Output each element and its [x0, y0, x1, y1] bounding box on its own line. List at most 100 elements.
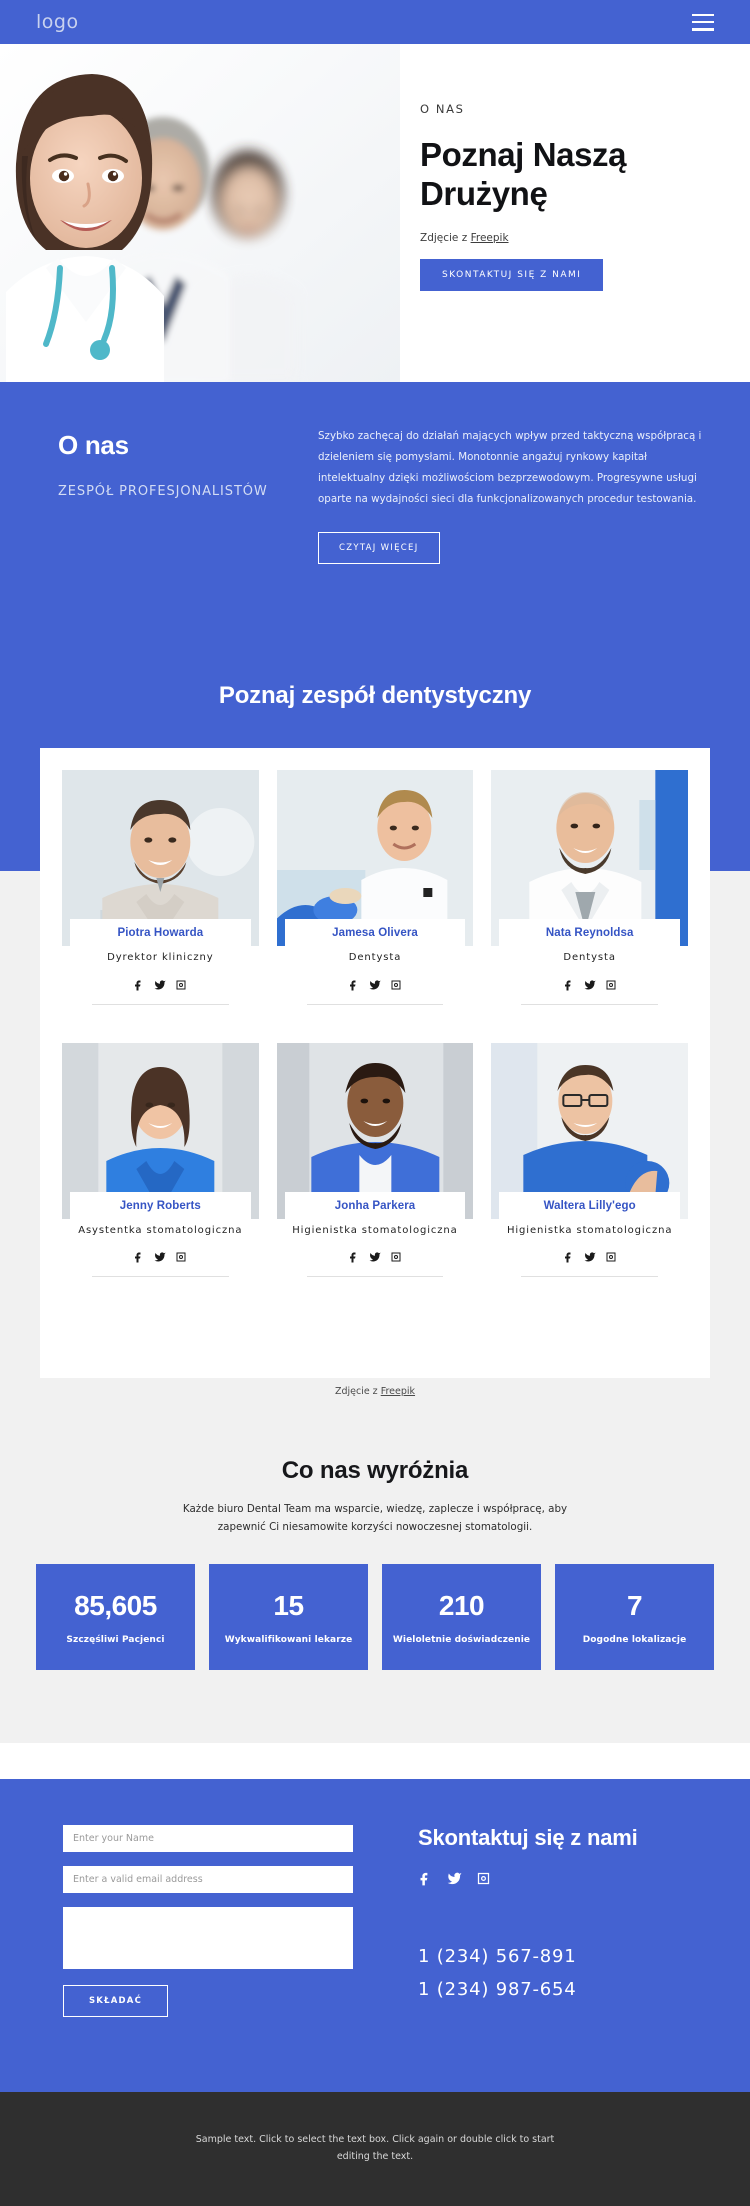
member-name-plate: Nata Reynoldsa Dentysta — [499, 919, 680, 1005]
contact-cta-button[interactable]: SKONTAKTUJ SIĘ Z NAMI — [420, 259, 604, 292]
message-textarea[interactable] — [63, 1907, 353, 1969]
member-divider — [306, 1003, 444, 1005]
page-root: logo O NAS Poznaj Naszą Drużynę Zdjęcie … — [0, 0, 750, 2206]
hero-eyebrow: O NAS — [420, 102, 465, 116]
instagram-icon[interactable] — [476, 1871, 491, 1886]
contact-social-links — [418, 1871, 708, 1886]
site-header: logo — [0, 0, 750, 44]
credit-prefix: Zdjęcie z — [334, 1386, 381, 1397]
submit-button[interactable]: SKŁADAĆ — [63, 1985, 168, 2017]
stats-row: 85,605 Szczęśliwi Pacjenci 15 Wykwalifik… — [36, 1564, 714, 1670]
team-cards-container: Piotra Howarda Dyrektor kliniczny Jamesa… — [40, 748, 710, 1378]
member-name: Jamesa Olivera — [332, 927, 418, 939]
stat-value: 15 — [273, 1589, 304, 1621]
stat-value: 7 — [626, 1589, 643, 1621]
stat-card: 7 Dogodne lokalizacje — [555, 1564, 714, 1670]
stat-label: Dogodne lokalizacje — [582, 1634, 687, 1645]
hero-photo-credit: Zdjęcie z Freepik — [420, 232, 720, 244]
instagram-icon[interactable] — [605, 979, 617, 991]
team-member-card[interactable]: Jamesa Olivera Dentysta — [276, 770, 474, 1005]
hamburger-icon[interactable] — [692, 13, 714, 31]
member-social-links — [289, 979, 462, 991]
member-social-links — [74, 979, 247, 991]
hero-text-block: O NAS Poznaj Naszą Drużynę Zdjęcie z Fre… — [420, 102, 720, 292]
team-member-card[interactable]: Piotra Howarda Dyrektor kliniczny — [62, 770, 259, 1005]
twitter-icon[interactable] — [154, 1251, 166, 1263]
member-name: Piotra Howarda — [117, 927, 204, 939]
team-member-card[interactable]: Waltera Lilly'ego Higienistka stomatolog… — [491, 1042, 688, 1277]
member-name-plate: Jenny Roberts Asystentka stomatologiczna — [70, 1191, 251, 1277]
hamburger-bar — [692, 20, 714, 24]
team-member-card[interactable]: Nata Reynoldsa Dentysta — [491, 770, 688, 1005]
facebook-icon[interactable] — [563, 1251, 575, 1263]
team-member-card[interactable]: Jonha Parkera Higienistka stomatologiczn… — [276, 1042, 474, 1277]
instagram-icon[interactable] — [175, 979, 187, 991]
facebook-icon[interactable] — [563, 979, 575, 991]
twitter-icon[interactable] — [369, 1251, 381, 1263]
member-divider — [521, 1003, 658, 1005]
stat-card: 210 Wieloletnie doświadczenie — [382, 1564, 541, 1670]
member-name-plate: Jonha Parkera Higienistka stomatologiczn… — [284, 1191, 466, 1277]
twitter-icon[interactable] — [584, 979, 596, 991]
facebook-icon[interactable] — [133, 1251, 145, 1263]
twitter-icon[interactable] — [154, 979, 166, 991]
instagram-icon[interactable] — [605, 1251, 617, 1263]
team-photo-credit: Zdjęcie z Freepik — [0, 1386, 750, 1397]
twitter-icon[interactable] — [447, 1871, 462, 1886]
name-input[interactable] — [63, 1825, 353, 1852]
team-member-card[interactable]: Jenny Roberts Asystentka stomatologiczna — [62, 1042, 259, 1277]
stat-value: 210 — [438, 1589, 485, 1621]
member-social-links — [503, 979, 676, 991]
hero-section: O NAS Poznaj Naszą Drużynę Zdjęcie z Fre… — [0, 44, 750, 382]
instagram-icon[interactable] — [175, 1251, 187, 1263]
instagram-icon[interactable] — [390, 979, 402, 991]
member-name: Nata Reynoldsa — [545, 927, 634, 939]
member-name-plate: Piotra Howarda Dyrektor kliniczny — [70, 919, 251, 1005]
team-grid-row-1: Piotra Howarda Dyrektor kliniczny Jamesa… — [40, 748, 710, 1005]
phone-number[interactable]: 1 (234) 567-891 — [418, 1946, 708, 1967]
email-input[interactable] — [63, 1866, 353, 1893]
member-role: Dyrektor kliniczny — [107, 952, 214, 963]
freepik-link[interactable]: Freepik — [471, 232, 509, 244]
hamburger-bar — [692, 13, 714, 17]
facebook-icon[interactable] — [348, 979, 360, 991]
stat-label: Wieloletnie doświadczenie — [392, 1634, 531, 1645]
features-title: Co nas wyróżnia — [281, 1457, 469, 1484]
contact-form: SKŁADAĆ — [63, 1825, 353, 2017]
member-role: Asystentka stomatologiczna — [78, 1224, 243, 1236]
page-title: Poznaj Naszą Drużynę — [420, 136, 627, 212]
site-footer: Sample text. Click to select the text bo… — [0, 2092, 750, 2206]
member-social-links — [289, 1251, 462, 1263]
instagram-icon[interactable] — [390, 1251, 402, 1263]
hero-photo — [0, 44, 400, 382]
about-paragraph: Szybko zachęcaj do działań mających wpły… — [318, 430, 702, 506]
facebook-icon[interactable] — [348, 1251, 360, 1263]
about-heading: O nas — [58, 430, 129, 460]
member-divider — [521, 1276, 658, 1277]
read-more-button[interactable]: CZYTAJ WIĘCEJ — [318, 532, 440, 565]
member-name: Jenny Roberts — [119, 1199, 201, 1212]
member-name: Jonha Parkera — [334, 1199, 416, 1212]
stat-card: 85,605 Szczęśliwi Pacjenci — [36, 1564, 195, 1670]
stat-value: 85,605 — [74, 1589, 157, 1621]
site-logo[interactable]: logo — [36, 11, 79, 33]
facebook-icon[interactable] — [133, 979, 145, 991]
twitter-icon[interactable] — [369, 979, 381, 991]
facebook-icon[interactable] — [418, 1871, 433, 1886]
stat-card: 15 Wykwalifikowani lekarze — [209, 1564, 368, 1670]
freepik-link[interactable]: Freepik — [381, 1386, 415, 1397]
contact-heading: Skontaktuj się z nami — [418, 1825, 638, 1850]
phone-number[interactable]: 1 (234) 987-654 — [418, 1979, 708, 2000]
member-name-plate: Jamesa Olivera Dentysta — [284, 919, 466, 1005]
stat-label: Wykwalifikowani lekarze — [224, 1634, 353, 1645]
contact-section: SKŁADAĆ Skontaktuj się z nami 1 (234) 56… — [0, 1779, 750, 2092]
about-body-block: Szybko zachęcaj do działań mających wpły… — [318, 426, 708, 565]
twitter-icon[interactable] — [584, 1251, 596, 1263]
about-subheading: ZESPÓŁ PROFESJONALISTÓW — [58, 484, 268, 499]
team-grid-row-2: Jenny Roberts Asystentka stomatologiczna — [40, 1021, 710, 1277]
features-subtitle: Każde biuro Dental Team ma wsparcie, wie… — [182, 1503, 568, 1534]
credit-prefix: Zdjęcie z — [420, 232, 471, 245]
member-role: Dentysta — [348, 952, 402, 963]
about-heading-block: O nas ZESPÓŁ PROFESJONALISTÓW — [58, 430, 318, 499]
member-role: Dentysta — [563, 952, 616, 963]
